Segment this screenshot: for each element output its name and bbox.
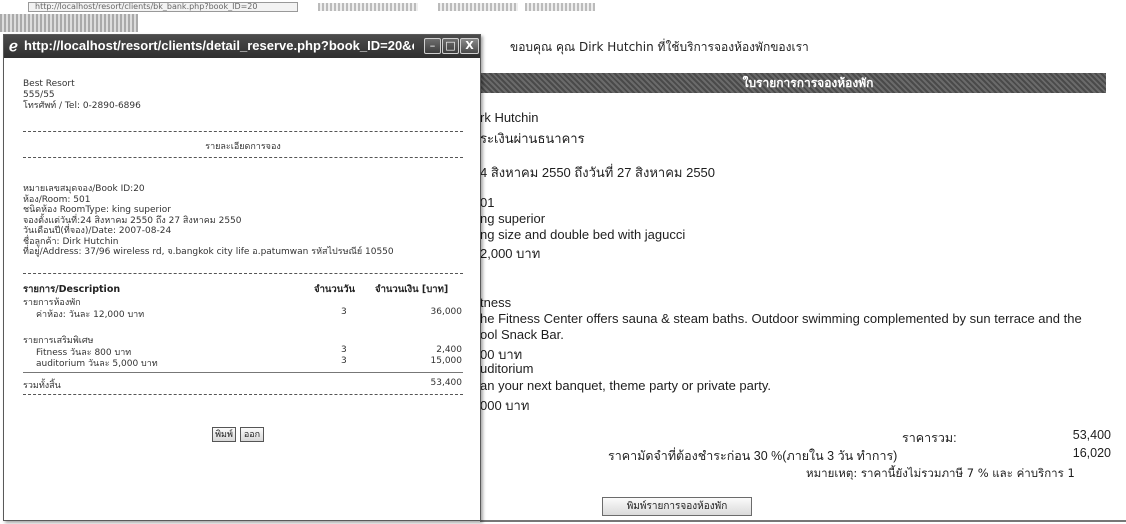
browser-tab-strip	[0, 14, 138, 32]
hotel-name: Best Resort	[23, 79, 75, 89]
toolbar-strip	[318, 3, 418, 11]
maximize-button[interactable]: □	[442, 38, 459, 54]
detail-line: 000 บาท	[480, 398, 530, 413]
info-line: หมายเลขสมุดจอง/Book ID:20	[23, 184, 145, 194]
info-line: จองตั้งแต่วันที่:24 สิงหาคม 2550 ถึง 27 …	[23, 215, 242, 226]
popup-content: Best Resort 555/55 โทรศัพท์ / Tel: 0-289…	[4, 59, 480, 521]
detail-line: ng size and double bed with jagucci	[480, 227, 686, 242]
detail-line: rk Hutchin	[480, 110, 539, 125]
toolbar-strip	[525, 3, 595, 11]
reservation-details-title: รายละเอียดการจอง	[205, 142, 281, 152]
hotel-phone: โทรศัพท์ / Tel: 0-2890-6896	[23, 101, 141, 111]
divider	[23, 273, 463, 274]
info-line: ห้อง/Room: 501	[23, 194, 91, 205]
detail-line: ool Snack Bar.	[480, 327, 564, 342]
info-line: ที่อยู่/Address: 37/96 wireless rd, จ.ba…	[23, 247, 394, 257]
print-booking-button[interactable]: พิมพ์รายการจองห้องพัก	[602, 497, 752, 516]
browser-e-icon: ℯ	[9, 37, 18, 55]
booking-section-header: ใบรายการการจองห้องพัก	[480, 73, 1106, 93]
toolbar-strip	[438, 3, 518, 11]
table-row-room-days: 3	[341, 307, 347, 317]
detail-line: he Fitness Center offers sauna & steam b…	[480, 311, 1082, 326]
exit-button[interactable]: ออก	[240, 427, 264, 442]
price-note: หมายเหตุ: ราคานี้ยังไม่รวมภาษี 7 % และ ค…	[806, 466, 1075, 480]
detail-line: 4 สิงหาคม 2550 ถึงวันที่ 27 สิงหาคม 2550	[480, 165, 716, 180]
divider	[23, 372, 463, 373]
divider	[23, 131, 463, 132]
table-row-extra-desc: auditorium วันละ 5,000 บาท	[36, 359, 158, 369]
detail-line: an your next banquet, theme party or pri…	[480, 378, 771, 393]
column-header-days: จำนวนวัน	[314, 284, 356, 295]
reservation-popup-window[interactable]: ℯ http://localhost/resort/clients/detail…	[3, 34, 481, 521]
popup-title: http://localhost/resort/clients/detail_r…	[24, 38, 414, 53]
info-line: ชื่อลูกค้า: Dirk Hutchin	[23, 236, 119, 247]
detail-line: ng superior	[480, 211, 546, 226]
detail-line: 2,000 บาท	[480, 246, 541, 261]
thanks-message: ขอบคุณ คุณ Dirk Hutchin ที่ใช้บริการจองห…	[510, 40, 809, 54]
booking-info: หมายเลขสมุดจอง/Book ID:20 ห้อง/Room: 501…	[23, 184, 394, 258]
hotel-info: Best Resort 555/55 โทรศัพท์ / Tel: 0-289…	[23, 79, 141, 112]
detail-line: ระเงินผ่านธนาคาร	[480, 131, 585, 146]
deposit-label: ราคามัดจำที่ต้องชำระก่อน 30 %(ภายใน 3 วั…	[608, 449, 898, 463]
close-window-button[interactable]: X	[460, 38, 479, 54]
detail-line: 01	[480, 195, 495, 210]
grand-total-label: รวมทั้งสิ้น	[23, 381, 61, 391]
total-price-value: 53,400	[1072, 428, 1111, 442]
detail-line: tness	[480, 295, 512, 310]
table-row-extra-amount: 2,400	[436, 345, 462, 355]
detail-line: uditorium	[480, 361, 534, 376]
divider	[480, 520, 1126, 522]
divider	[23, 394, 463, 395]
print-button[interactable]: พิมพ์	[212, 427, 236, 442]
table-row-extra-days: 3	[341, 345, 347, 355]
info-line: ชนิดห้อง RoomType: king superior	[23, 205, 171, 215]
table-row-extra-days: 3	[341, 356, 347, 366]
address-bar[interactable]: http://localhost/resort/clients/bk_bank.…	[28, 2, 298, 12]
grand-total-amount: 53,400	[430, 378, 463, 388]
divider	[23, 157, 463, 158]
total-price-label: ราคารวม:	[902, 431, 957, 445]
table-row-room-amount: 36,000	[430, 307, 463, 317]
popup-titlebar[interactable]: ℯ http://localhost/resort/clients/detail…	[4, 35, 480, 58]
info-line: วันเดือนปี(ที่จอง)/Date: 2007-08-24	[23, 226, 172, 236]
deposit-value: 16,020	[1072, 446, 1111, 460]
hotel-address: 555/55	[23, 90, 55, 100]
column-header-amount: จำนวนเงิน [บาท]	[375, 284, 449, 295]
table-row-extra-amount: 15,000	[430, 356, 463, 366]
minimize-button[interactable]: –	[424, 38, 441, 54]
table-row-room-desc: ค่าห้อง: วันละ 12,000 บาท	[36, 310, 145, 320]
